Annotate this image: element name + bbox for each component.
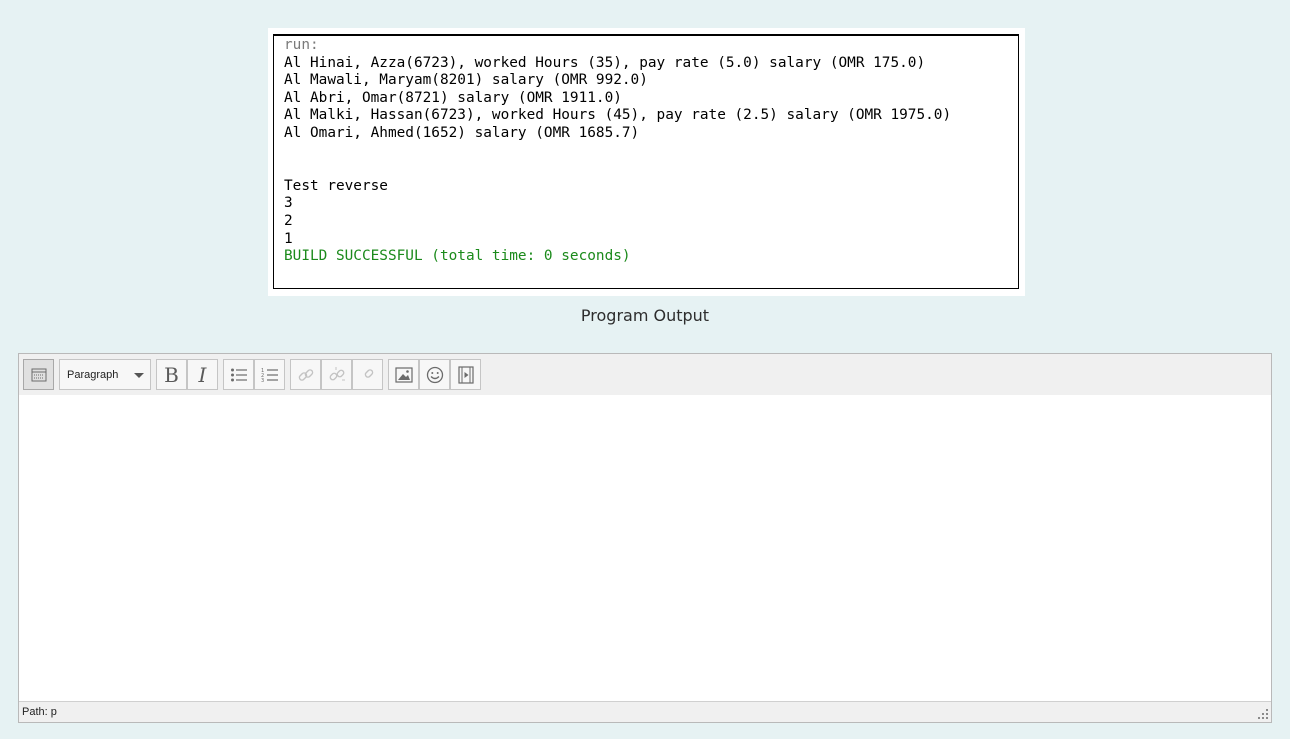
console-line: 1	[284, 230, 293, 247]
insert-media-button[interactable]	[450, 359, 481, 390]
build-status: BUILD SUCCESSFUL (total time: 0 seconds)	[284, 248, 631, 265]
console-output: run: Al Hinai, Azza(6723), worked Hours …	[273, 34, 1019, 289]
film-icon	[457, 365, 474, 384]
figure-caption: Program Output	[580, 306, 710, 325]
numbered-list-icon: 1 2 3	[261, 368, 278, 383]
image-icon	[394, 366, 413, 383]
chevron-down-icon	[134, 373, 144, 378]
toolbar-toggle-button[interactable]	[23, 359, 54, 390]
console-line: 3	[284, 195, 293, 212]
editor-statusbar: Path: p	[19, 701, 1271, 722]
rich-text-editor[interactable]: Paragraph B I 1 2 3 Path: p	[18, 353, 1272, 723]
unlink-button[interactable]	[321, 359, 352, 390]
bullet-list-icon	[230, 368, 247, 381]
editor-toolbar: Paragraph B I 1 2 3	[19, 354, 1271, 396]
console-line: Al Hinai, Azza(6723), worked Hours (35),…	[284, 54, 926, 71]
anchor-button[interactable]	[352, 359, 383, 390]
italic-icon: I	[198, 362, 207, 387]
run-label: run:	[284, 37, 319, 53]
link-icon	[298, 368, 313, 381]
anchor-icon	[364, 368, 373, 378]
editor-content-area[interactable]	[19, 395, 1271, 701]
console-line: Test reverse	[284, 177, 388, 194]
resize-handle-icon[interactable]	[1257, 708, 1269, 720]
program-output-image: run: Al Hinai, Azza(6723), worked Hours …	[268, 28, 1025, 296]
insert-image-button[interactable]	[388, 359, 419, 390]
console-line: Al Omari, Ahmed(1652) salary (OMR 1685.7…	[284, 124, 640, 141]
insert-link-button[interactable]	[290, 359, 321, 390]
console-line: Al Mawali, Maryam(8201) salary (OMR 992.…	[284, 72, 648, 89]
element-path[interactable]: Path: p	[22, 706, 57, 718]
svg-text:3: 3	[261, 378, 264, 383]
insert-emoticon-button[interactable]	[419, 359, 450, 390]
italic-button[interactable]: I	[187, 359, 218, 390]
paragraph-format-label: Paragraph	[67, 369, 119, 381]
console-text: run: Al Hinai, Azza(6723), worked Hours …	[284, 37, 951, 266]
paragraph-format-select[interactable]: Paragraph	[59, 359, 151, 390]
smiley-icon	[426, 366, 443, 383]
bold-button[interactable]: B	[156, 359, 187, 390]
toolbar-toggle-icon	[31, 368, 46, 381]
console-line: 2	[284, 212, 293, 229]
console-line: Al Malki, Hassan(6723), worked Hours (45…	[284, 107, 952, 124]
bold-icon: B	[164, 362, 179, 387]
console-line: Al Abri, Omar(8721) salary (OMR 1911.0)	[284, 89, 622, 106]
bullet-list-button[interactable]	[223, 359, 254, 390]
unlink-icon	[329, 366, 345, 380]
numbered-list-button[interactable]: 1 2 3	[254, 359, 285, 390]
